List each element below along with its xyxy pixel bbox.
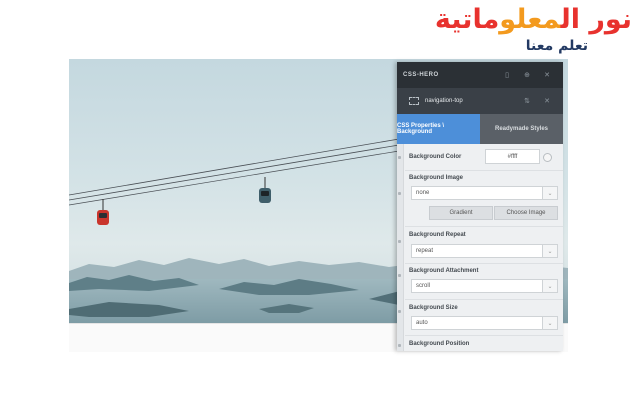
- bg-size-label: Background Size: [409, 305, 458, 311]
- logo-tagline: تعلم معنا: [525, 38, 588, 54]
- bg-attachment-select[interactable]: scroll ⌄: [411, 279, 558, 293]
- bg-image-value: none: [416, 190, 430, 196]
- reset-circle-icon[interactable]: [543, 153, 552, 162]
- property-side-strip: [397, 144, 404, 351]
- bg-size-value: auto: [416, 320, 428, 326]
- gradient-button[interactable]: Gradient: [429, 206, 493, 220]
- gondola-dark: [259, 177, 271, 203]
- panel-title: CSS-HERO: [403, 72, 439, 78]
- site-logo: نور المعلوماتية تعلم معنا: [435, 4, 632, 54]
- panel-header: CSS-HERO ▯ ⊕ ✕: [397, 62, 563, 88]
- divider: [405, 335, 563, 336]
- dropdown-arrow-icon[interactable]: ⌄: [542, 317, 557, 329]
- divider: [405, 263, 563, 264]
- logo-title: نور المعلوماتية: [435, 4, 632, 36]
- strip-marker: [398, 344, 401, 347]
- move-icon[interactable]: ⊕: [517, 71, 537, 79]
- bg-size-select[interactable]: auto ⌄: [411, 316, 558, 330]
- bg-repeat-select[interactable]: repeat ⌄: [411, 244, 558, 258]
- choose-image-button[interactable]: Choose Image: [494, 206, 558, 220]
- gondola-red: [97, 199, 109, 225]
- logo-title-part3: ماتية: [434, 4, 500, 35]
- bg-attachment-label: Background Attachment: [409, 268, 479, 274]
- strip-marker: [398, 240, 401, 243]
- divider: [405, 170, 563, 171]
- panel-tabs: CSS Properties \ Background Readymade St…: [397, 114, 563, 144]
- selector-close-icon[interactable]: ✕: [537, 97, 557, 105]
- bg-position-label: Background Position: [409, 341, 470, 347]
- bg-image-select[interactable]: none ⌄: [411, 186, 558, 200]
- strip-marker: [398, 274, 401, 277]
- strip-marker: [398, 192, 401, 195]
- dropdown-arrow-icon[interactable]: ⌄: [542, 187, 557, 199]
- selector-name[interactable]: navigation-top: [425, 98, 517, 104]
- cable-1: [69, 138, 400, 196]
- bg-repeat-value: repeat: [416, 248, 434, 254]
- logo-title-part2: معلو: [499, 4, 561, 35]
- drag-icon[interactable]: ⇅: [517, 97, 537, 105]
- strip-marker: [398, 156, 401, 159]
- tab-readymade-styles[interactable]: Readymade Styles: [480, 114, 563, 144]
- dropdown-arrow-icon[interactable]: ⌄: [542, 280, 557, 292]
- tab-css-properties[interactable]: CSS Properties \ Background: [397, 114, 480, 144]
- css-hero-panel: CSS-HERO ▯ ⊕ ✕ navigation-top ⇅ ✕ CSS Pr…: [397, 62, 563, 351]
- bg-image-label: Background Image: [409, 175, 464, 181]
- strip-marker: [398, 310, 401, 313]
- bg-color-field[interactable]: #ffff: [485, 149, 540, 164]
- dropdown-arrow-icon[interactable]: ⌄: [542, 245, 557, 257]
- bg-repeat-label: Background Repeat: [409, 232, 466, 238]
- divider: [405, 299, 563, 300]
- close-icon[interactable]: ✕: [537, 71, 557, 79]
- cable-3: [69, 150, 400, 206]
- selector-icon: [409, 97, 419, 105]
- logo-title-part1: نور ال: [560, 4, 632, 35]
- cable-2: [69, 144, 400, 201]
- selector-bar: navigation-top ⇅ ✕: [397, 88, 563, 114]
- phone-icon[interactable]: ▯: [497, 71, 517, 79]
- divider: [405, 226, 563, 227]
- bg-attachment-value: scroll: [416, 283, 431, 289]
- bg-color-label: Background Color: [409, 154, 462, 160]
